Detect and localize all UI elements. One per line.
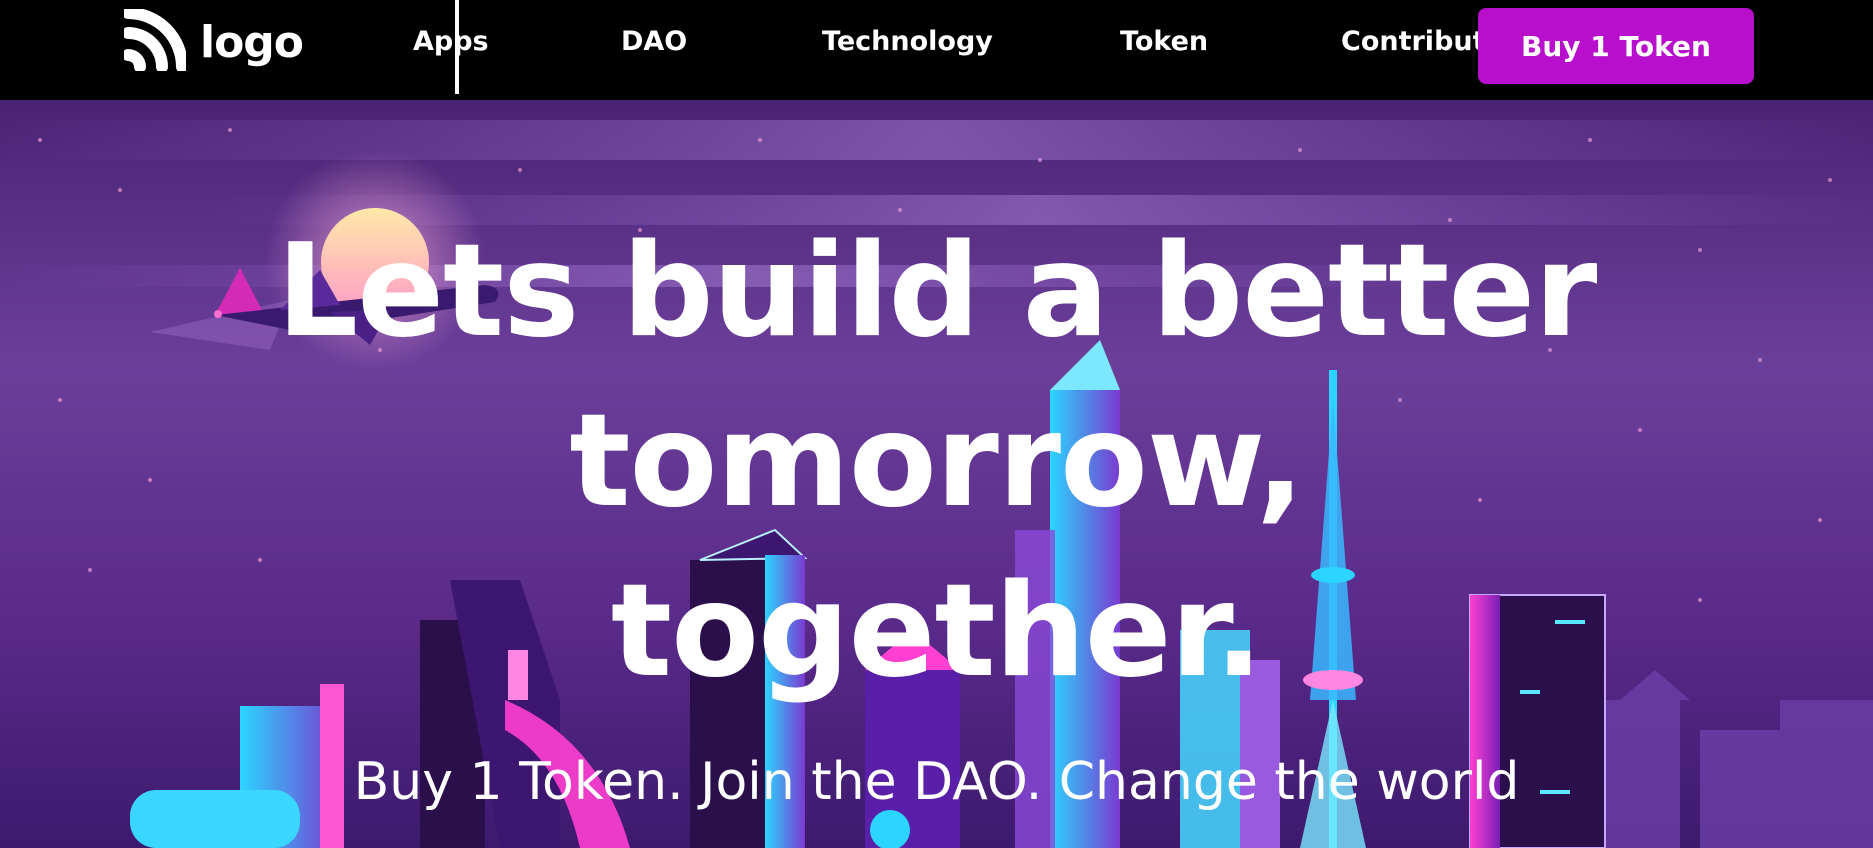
hero-headline-line-1: Lets build a better — [276, 217, 1598, 366]
nav-item-token[interactable]: Token — [1120, 26, 1208, 57]
top-navbar: logo Apps DAO Technology Token Contribut… — [0, 0, 1873, 100]
buy-token-button[interactable]: Buy 1 Token — [1478, 8, 1754, 84]
nav-item-contribute[interactable]: Contribute — [1341, 26, 1478, 57]
nav-item-apps[interactable]: Apps — [413, 26, 489, 57]
logo-text: logo — [200, 16, 304, 68]
site-logo[interactable]: logo — [122, 7, 304, 75]
logo-icon — [122, 7, 188, 75]
nav-item-technology[interactable]: Technology — [822, 26, 993, 57]
hero-section: Lets build a better tomorrow, together. … — [0, 100, 1873, 848]
nav-item-dao[interactable]: DAO — [621, 26, 687, 57]
hero-headline-line-3: together. — [610, 557, 1263, 706]
text-cursor — [455, 0, 459, 94]
hero-headline-line-2: tomorrow, — [569, 387, 1304, 536]
hero-subheadline: Buy 1 Token. Join the DAO. Change the wo… — [353, 752, 1520, 812]
